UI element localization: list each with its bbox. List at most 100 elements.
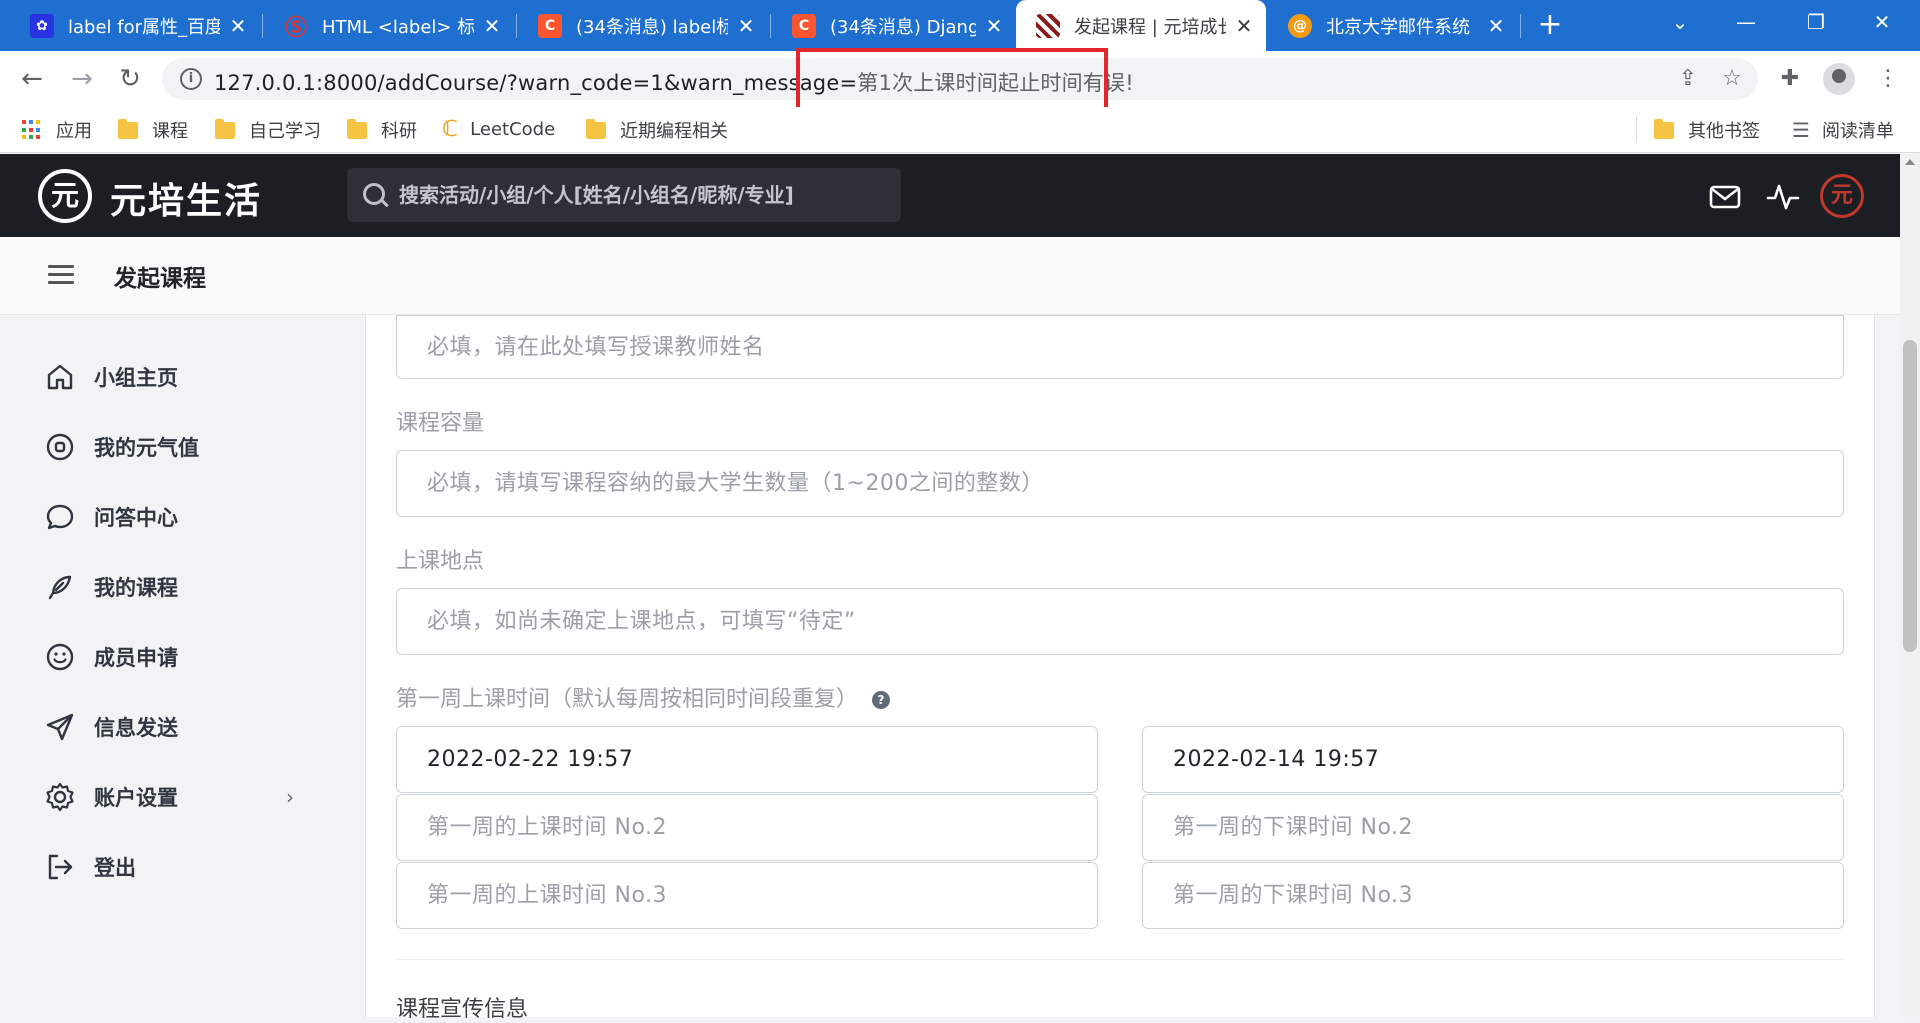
- sidebar-item-qa[interactable]: 问答中心: [44, 497, 294, 537]
- tab-title: HTML <label> 标签: [322, 16, 474, 38]
- start-time-3-input[interactable]: [397, 863, 1097, 928]
- sidebar-item-label: 小组主页: [94, 366, 178, 390]
- sidebar-item-label: 登出: [94, 856, 136, 880]
- minimize-icon[interactable]: —: [1716, 0, 1776, 44]
- browser-tab-6[interactable]: @ 北京大学邮件系统 ✕: [1268, 0, 1518, 51]
- bookmark-folder-research[interactable]: 科研: [347, 117, 417, 143]
- browser-tab-2[interactable]: Ⓢ HTML <label> 标签 ✕: [264, 0, 514, 51]
- profile-avatar-icon[interactable]: [1823, 63, 1855, 95]
- browser-tab-1[interactable]: ✿ label for属性_百度 ✕: [10, 0, 260, 51]
- sidebar-item-send-message[interactable]: 信息发送: [44, 707, 294, 747]
- capacity-label: 课程容量: [396, 411, 485, 436]
- page-scrollbar[interactable]: [1900, 154, 1920, 1017]
- sidebar-item-logout[interactable]: 登出: [44, 847, 294, 887]
- end-time-1-field[interactable]: [1142, 726, 1844, 793]
- share-icon[interactable]: ⇪: [1674, 65, 1702, 93]
- leetcode-icon: ℂ: [442, 117, 459, 142]
- folder-icon: [347, 118, 367, 139]
- close-tab-icon[interactable]: ✕: [984, 14, 1004, 38]
- teacher-name-input[interactable]: [397, 316, 1843, 378]
- browser-tab-5[interactable]: 发起课程 | 元培成长 ✕: [1016, 0, 1266, 51]
- csdn-logo-icon: C: [792, 13, 816, 38]
- forward-arrow-icon[interactable]: →: [62, 59, 102, 99]
- browser-tab-3[interactable]: C (34条消息) label标签 ✕: [518, 0, 768, 51]
- folder-icon: [586, 118, 606, 139]
- close-tab-icon[interactable]: ✕: [228, 14, 248, 38]
- tab-separator: [1520, 14, 1521, 38]
- bookmark-star-icon[interactable]: ☆: [1718, 65, 1746, 93]
- sidebar-item-label: 问答中心: [94, 506, 178, 530]
- reading-list[interactable]: ☰ 阅读清单: [1792, 117, 1894, 143]
- site-brand[interactable]: 元培生活: [110, 172, 262, 224]
- user-avatar[interactable]: 元: [1820, 174, 1864, 218]
- end-time-1-input[interactable]: [1143, 727, 1843, 792]
- close-tab-icon[interactable]: ✕: [1234, 14, 1254, 38]
- activity-icon[interactable]: [1766, 180, 1800, 214]
- sidebar-item-my-courses[interactable]: 我的课程: [44, 567, 294, 607]
- capacity-input[interactable]: [397, 451, 1843, 516]
- browser-tab-strip: ✿ label for属性_百度 ✕ Ⓢ HTML <label> 标签 ✕ C…: [0, 0, 1920, 51]
- sidebar-item-yuanqi[interactable]: 我的元气值: [44, 427, 294, 467]
- end-time-3-field[interactable]: [1142, 862, 1844, 929]
- end-time-2-input[interactable]: [1143, 795, 1843, 860]
- location-input[interactable]: [397, 589, 1843, 654]
- site-logo-icon[interactable]: 元: [38, 169, 92, 223]
- close-tab-icon[interactable]: ✕: [736, 14, 756, 38]
- end-time-3-input[interactable]: [1143, 863, 1843, 928]
- location-field[interactable]: [396, 588, 1844, 655]
- bookmark-apps[interactable]: 应用: [22, 117, 92, 143]
- bookmark-leetcode[interactable]: ℂ LeetCode: [442, 117, 555, 142]
- site-search[interactable]: [347, 168, 901, 222]
- teacher-field[interactable]: [396, 315, 1844, 379]
- capacity-field[interactable]: [396, 450, 1844, 517]
- new-tab-button[interactable]: +: [1532, 0, 1568, 51]
- sidebar-item-label: 成员申请: [94, 646, 178, 670]
- close-tab-icon[interactable]: ✕: [482, 14, 502, 38]
- end-time-2-field[interactable]: [1142, 794, 1844, 861]
- bookmark-label: 近期编程相关: [620, 121, 728, 142]
- start-time-1-field[interactable]: [396, 726, 1098, 793]
- restore-icon[interactable]: ❐: [1786, 0, 1846, 44]
- first-week-time-label-text: 第一周上课时间（默认每周按相同时间段重复）: [396, 687, 859, 712]
- extensions-puzzle-icon[interactable]: ✚: [1774, 63, 1806, 95]
- bookmarks-separator: [1636, 116, 1637, 142]
- at-logo-icon: @: [1288, 13, 1312, 38]
- smile-icon: [46, 643, 74, 671]
- sidebar-item-member-apply[interactable]: 成员申请: [44, 637, 294, 677]
- help-question-icon[interactable]: ?: [872, 691, 891, 709]
- scrollbar-thumb[interactable]: [1903, 340, 1917, 652]
- close-tab-icon[interactable]: ✕: [1486, 14, 1506, 38]
- site-info-icon[interactable]: i: [180, 68, 202, 90]
- reading-list-icon: ☰: [1792, 118, 1810, 142]
- hamburger-menu-icon[interactable]: [48, 265, 74, 285]
- search-input[interactable]: [399, 168, 889, 222]
- back-arrow-icon[interactable]: ←: [12, 59, 52, 99]
- bookmark-folder-courses[interactable]: 课程: [118, 117, 188, 143]
- sidebar-item-label: 信息发送: [94, 716, 178, 740]
- browser-tab-4[interactable]: C (34条消息) Django ✕: [772, 0, 1016, 51]
- bookmark-other[interactable]: 其他书签: [1654, 117, 1760, 143]
- url-main: 127.0.0.1:8000/addCourse/?warn_code=1&wa…: [214, 71, 858, 95]
- tab-search-icon[interactable]: ⌄: [1650, 0, 1710, 44]
- menu-kebab-icon[interactable]: ⋮: [1872, 63, 1904, 95]
- scroll-up-arrow-icon[interactable]: [1905, 159, 1915, 165]
- close-window-icon[interactable]: ✕: [1852, 0, 1912, 44]
- mail-icon[interactable]: [1708, 180, 1742, 214]
- promo-info-label: 课程宣传信息: [396, 997, 529, 1022]
- bookmark-folder-self-study[interactable]: 自己学习: [215, 117, 321, 143]
- bookmark-label: 阅读清单: [1821, 121, 1894, 142]
- runoob-logo-icon: Ⓢ: [284, 15, 307, 41]
- folder-icon: [118, 118, 138, 139]
- csdn-logo-icon: C: [538, 13, 562, 38]
- folder-icon: [1654, 118, 1674, 139]
- reload-icon[interactable]: ↻: [110, 59, 150, 99]
- send-icon: [46, 713, 74, 741]
- sidebar-item-account-settings[interactable]: 账户设置 ›: [44, 777, 294, 817]
- sidebar-item-group-home[interactable]: 小组主页: [44, 357, 294, 397]
- start-time-1-input[interactable]: [397, 727, 1097, 792]
- start-time-2-input[interactable]: [397, 795, 1097, 860]
- bookmark-folder-recent-coding[interactable]: 近期编程相关: [586, 117, 728, 143]
- start-time-3-field[interactable]: [396, 862, 1098, 929]
- circle-dot-icon: [46, 433, 74, 461]
- start-time-2-field[interactable]: [396, 794, 1098, 861]
